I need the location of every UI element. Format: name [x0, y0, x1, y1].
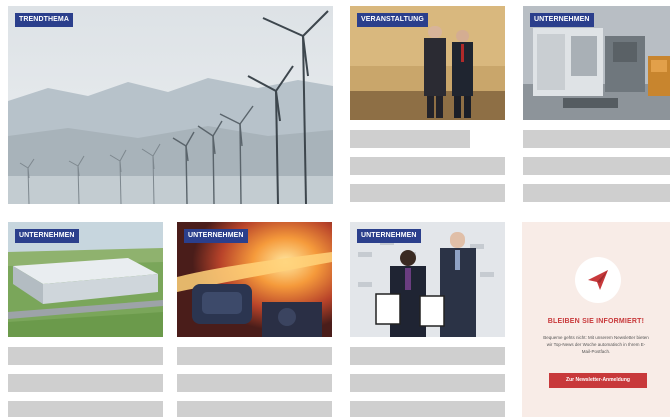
headline-placeholder[interactable] [523, 157, 670, 175]
newsletter-icon-circle [575, 257, 621, 303]
category-tag[interactable]: UNTERNEHMEN [357, 229, 421, 243]
paper-plane-icon [588, 270, 608, 290]
newsletter-signup-button[interactable]: Zur Newsletter-Anmeldung [549, 373, 647, 388]
headline-placeholder[interactable] [350, 184, 505, 202]
headline-placeholder[interactable] [523, 130, 670, 148]
headline-placeholder[interactable] [177, 374, 332, 392]
card-unternehmen-factory[interactable]: UNTERNEHMEN [8, 222, 163, 417]
category-tag[interactable]: UNTERNEHMEN [184, 229, 248, 243]
card-unternehmen-certificate[interactable]: UNTERNEHMEN [350, 222, 505, 417]
newsletter-heading: BLEIBEN SIE INFORMIERT! [547, 318, 645, 325]
card-veranstaltung[interactable]: VERANSTALTUNG [350, 6, 505, 206]
headline-placeholder[interactable] [523, 184, 670, 202]
headline-placeholder[interactable] [177, 347, 332, 365]
category-tag[interactable]: VERANSTALTUNG [357, 13, 428, 27]
headline-placeholder[interactable] [350, 374, 505, 392]
headline-placeholder[interactable] [8, 374, 163, 392]
headline-placeholder[interactable] [350, 130, 470, 148]
headline-placeholder[interactable] [350, 347, 505, 365]
headline-placeholder[interactable] [8, 347, 163, 365]
headline-placeholder[interactable] [350, 401, 505, 417]
newsletter-description: Bequeme gehts nicht: Mit unserem Newslet… [543, 335, 649, 354]
headline-placeholder[interactable] [350, 157, 505, 175]
card-trendthema[interactable]: TRENDTHEMA [8, 6, 333, 204]
category-tag[interactable]: UNTERNEHMEN [15, 229, 79, 243]
wind-turbines-image[interactable] [8, 6, 333, 204]
headline-placeholder[interactable] [8, 401, 163, 417]
card-unternehmen-machine[interactable]: UNTERNEHMEN [523, 6, 670, 206]
category-tag[interactable]: TRENDTHEMA [15, 13, 73, 27]
category-tag[interactable]: UNTERNEHMEN [530, 13, 594, 27]
headline-placeholder[interactable] [177, 401, 332, 417]
card-unternehmen-molten[interactable]: UNTERNEHMEN [177, 222, 332, 417]
newsletter-box: BLEIBEN SIE INFORMIERT! Bequeme gehts ni… [522, 222, 670, 417]
